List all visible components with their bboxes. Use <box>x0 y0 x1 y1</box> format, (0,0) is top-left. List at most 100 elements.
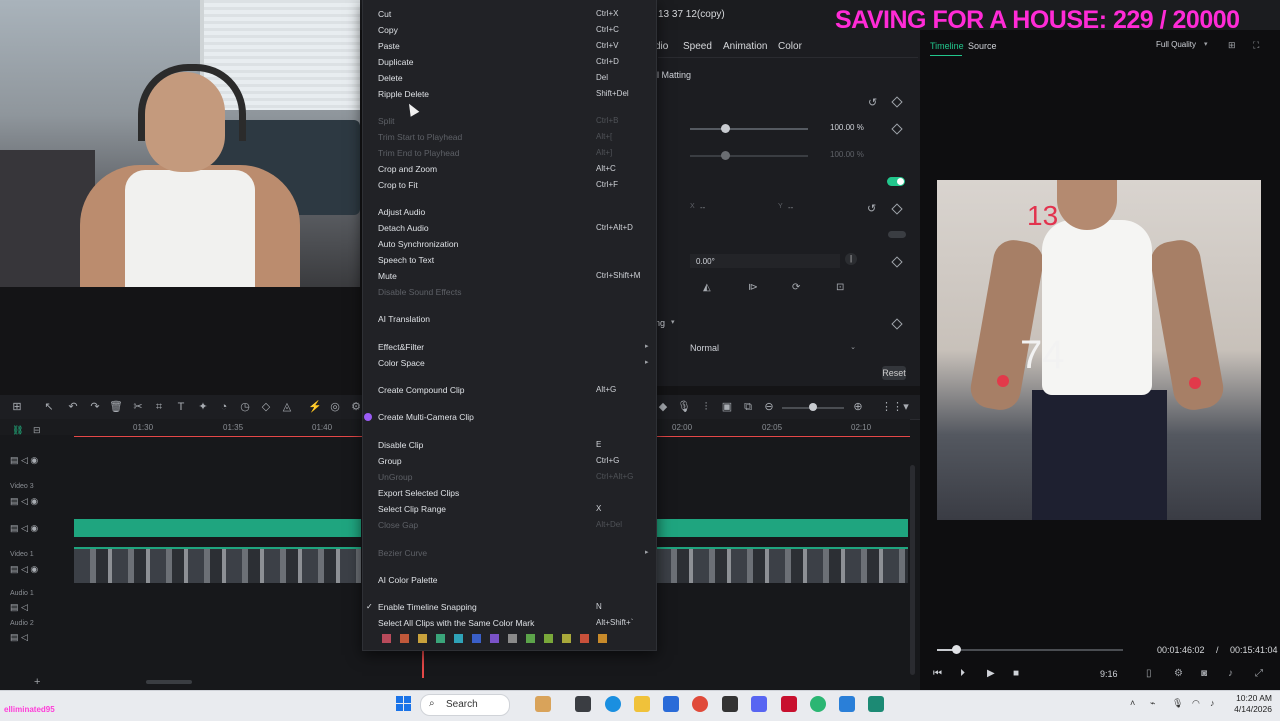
mask-icon[interactable]: ◎ <box>328 400 342 414</box>
tab-color[interactable]: Color <box>778 41 802 52</box>
tab-source-preview[interactable]: Source <box>968 41 997 51</box>
reset-button[interactable]: Reset <box>882 366 906 380</box>
playhead[interactable] <box>422 650 424 678</box>
toggle-switch[interactable] <box>888 231 906 238</box>
redo-icon[interactable]: ↷ <box>88 400 102 414</box>
menu-item-disable-clip[interactable]: Disable Clip E <box>378 438 648 452</box>
wifi-icon[interactable]: ◠ <box>1192 698 1200 709</box>
track-controls[interactable]: ▤ ◁ <box>10 632 28 643</box>
chevron-up-icon[interactable]: ˄ <box>1130 698 1135 708</box>
color-mark-swatch[interactable] <box>382 634 391 643</box>
crop-icon[interactable]: ⌗ <box>152 400 166 414</box>
timer-icon[interactable]: ◷ <box>238 400 252 414</box>
ai-tool-icon[interactable]: ✦ <box>196 400 210 414</box>
chrome-icon[interactable] <box>692 696 708 712</box>
menu-item-paste[interactable]: Paste Ctrl+V <box>378 39 648 53</box>
slider-value[interactable]: 100.00 % <box>830 123 864 132</box>
track-controls[interactable]: ▤ ◁ ◉ <box>10 496 38 507</box>
add-track-icon[interactable]: + <box>34 676 40 688</box>
stop-icon[interactable]: ■ <box>1013 668 1019 679</box>
keyframe-tool-icon[interactable]: ◇ <box>259 400 273 414</box>
task-view-icon[interactable] <box>575 696 591 712</box>
link-icon[interactable]: ⛓ <box>12 425 23 436</box>
magic-icon[interactable]: ⚙ <box>349 400 363 414</box>
color-mark-swatch[interactable] <box>598 634 607 643</box>
chevron-down-icon[interactable]: ▾ <box>1204 40 1208 48</box>
select-tool-icon[interactable]: ↖ <box>42 400 56 414</box>
playback-scrubber[interactable] <box>952 645 961 654</box>
menu-item-color-space[interactable]: Color Space ▸ <box>378 356 649 370</box>
color-mark-swatch[interactable] <box>544 634 553 643</box>
mixer-icon[interactable]: ⫶ <box>699 400 713 414</box>
volume-icon[interactable]: ♪ <box>1228 668 1233 679</box>
menu-item-select-all-clips-with-the-same-color-mark[interactable]: Select All Clips with the Same Color Mar… <box>378 616 648 630</box>
discord-icon[interactable] <box>751 696 767 712</box>
chevron-down-icon[interactable]: ▾ <box>899 400 913 414</box>
app-icon[interactable] <box>810 696 826 712</box>
previous-frame-icon[interactable]: ⏮ <box>933 668 942 679</box>
settings-icon[interactable]: ⚙ <box>1174 668 1183 679</box>
timeline-clip[interactable] <box>655 547 908 583</box>
volume-icon[interactable]: ♪ <box>1210 698 1215 708</box>
undo-icon[interactable]: ↶ <box>66 400 80 414</box>
zoom-out-icon[interactable]: ⊖ <box>762 400 776 414</box>
menu-item-create-compound-clip[interactable]: Create Compound Clip Alt+G <box>378 383 648 397</box>
adobe-icon[interactable] <box>781 696 797 712</box>
menu-item-delete[interactable]: Delete Del <box>378 71 648 85</box>
expand-icon[interactable]: ⤢ <box>1255 668 1263 679</box>
track-controls[interactable]: ▤ ◁ ◉ <box>10 564 38 575</box>
menu-item-enable-timeline-snapping[interactable]: Enable Timeline Snapping N ✓ <box>366 600 648 614</box>
color-mark-swatch[interactable] <box>400 634 409 643</box>
windows-start-icon[interactable] <box>396 696 412 712</box>
zoom-in-icon[interactable]: ⊕ <box>851 400 865 414</box>
widget-icon[interactable] <box>535 696 551 712</box>
menu-item-ai-translation[interactable]: AI Translation <box>378 312 648 326</box>
zoom-knob[interactable] <box>809 403 817 411</box>
timeline-scrollbar[interactable] <box>910 465 915 675</box>
edge-icon[interactable] <box>605 696 621 712</box>
menu-item-crop-and-zoom[interactable]: Crop and Zoom Alt+C <box>378 162 648 176</box>
mic-icon[interactable]: 🎙 <box>1172 698 1183 709</box>
menu-item-effect-filter[interactable]: Effect&Filter ▸ <box>378 340 649 354</box>
play-back-icon[interactable]: ⏵ <box>960 668 965 679</box>
app-icon[interactable] <box>839 696 855 712</box>
layout-icon[interactable]: ⊞ <box>10 400 24 414</box>
menu-item-group[interactable]: Group Ctrl+G <box>378 454 648 468</box>
tab-audio[interactable]: dio <box>655 41 668 52</box>
menu-item-speech-to-text[interactable]: Speech to Text <box>378 253 648 267</box>
color-mark-swatch[interactable] <box>436 634 445 643</box>
color-mark-swatch[interactable] <box>454 634 463 643</box>
camera-icon[interactable]: ◙ <box>1201 668 1207 679</box>
network-icon[interactable]: ⌁ <box>1150 698 1155 709</box>
horizontal-scrollbar[interactable] <box>146 680 192 684</box>
playback-progress-track[interactable] <box>937 649 1123 651</box>
color-match-icon[interactable]: ◬ <box>280 400 294 414</box>
track-controls[interactable]: ▤ ◁ ◉ <box>10 455 38 466</box>
reset-icon[interactable]: ↺ <box>867 202 876 215</box>
color-mark-swatch[interactable] <box>490 634 499 643</box>
timeline-clip[interactable] <box>74 547 361 583</box>
mic-icon[interactable]: 🎙 <box>677 400 691 414</box>
menu-item-select-clip-range[interactable]: Select Clip Range X <box>378 502 648 516</box>
position-y-value[interactable]: -- <box>788 203 793 212</box>
system-clock[interactable]: 10:20 AM 4/14/2026 <box>1228 693 1272 715</box>
rotation-value[interactable]: 0.00° <box>696 257 715 266</box>
color-mark-swatch[interactable] <box>508 634 517 643</box>
menu-item-duplicate[interactable]: Duplicate Ctrl+D <box>378 55 648 69</box>
rotate-icon[interactable]: ⟳ <box>792 282 800 293</box>
marker-icon[interactable]: ◆ <box>656 400 670 414</box>
screen-icon[interactable]: ▣ <box>720 400 734 414</box>
menu-item-copy[interactable]: Copy Ctrl+C <box>378 23 648 37</box>
menu-item-ripple-delete[interactable]: Ripple Delete Shift+Del <box>378 87 648 101</box>
flip-vertical-icon[interactable]: ⧐ <box>748 282 758 293</box>
rotation-dial-icon[interactable]: | <box>845 253 857 265</box>
reset-icon[interactable]: ↺ <box>868 96 877 109</box>
clip-icon[interactable]: ⧉ <box>741 400 755 414</box>
slider-track[interactable] <box>690 128 808 130</box>
quality-select[interactable]: Full Quality <box>1156 40 1196 49</box>
track-controls[interactable]: ▤ ◁ ◉ <box>10 523 38 534</box>
menu-item-ai-color-palette[interactable]: AI Color Palette <box>378 573 648 587</box>
color-mark-swatch[interactable] <box>526 634 535 643</box>
menu-item-adjust-audio[interactable]: Adjust Audio <box>378 205 648 219</box>
track-controls[interactable]: ▤ ◁ <box>10 602 28 613</box>
